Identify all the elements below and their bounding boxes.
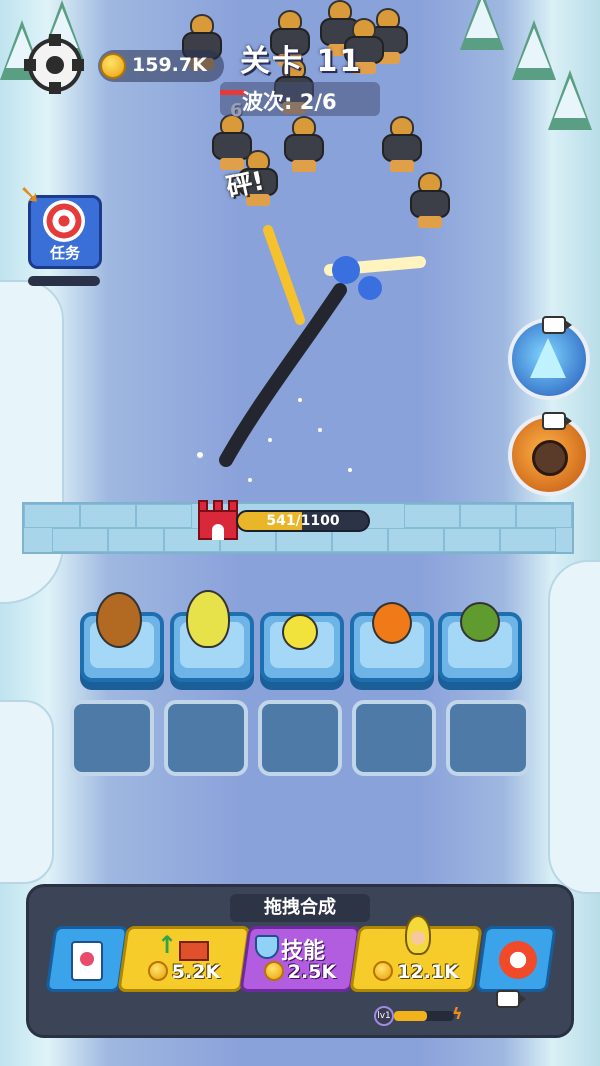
drag-merge-title: 拖拽合成: [230, 894, 370, 922]
settings-gear-icon[interactable]: [24, 34, 84, 94]
avocado-hero[interactable]: [460, 602, 500, 642]
upgrade-wall-button[interactable]: ↑ 5.2K: [117, 926, 251, 992]
level-title: 关卡 11: [240, 44, 363, 79]
shield-icon: [255, 935, 279, 959]
meteor-ability-button[interactable]: [508, 412, 590, 496]
task-progress-bar: [28, 276, 100, 286]
coin-icon: [373, 960, 394, 981]
crystal-ability-button[interactable]: [508, 316, 590, 400]
empty-slot[interactable]: [164, 700, 248, 776]
video-icon: [542, 412, 572, 430]
card-icon: [71, 941, 103, 981]
video-icon: [496, 990, 526, 1008]
lightning-icon: ϟ: [452, 1004, 463, 1023]
hero-level-badge: lv1: [374, 1006, 394, 1026]
wall-hp-bar: 541/1100: [236, 510, 370, 532]
lower-left-snowbank: [0, 700, 54, 884]
coin-value: 159.7K: [132, 54, 207, 76]
buy-hero-button[interactable]: 12.1K: [349, 915, 483, 992]
lemon-hero[interactable]: [282, 614, 318, 650]
crystal-icon: [530, 338, 566, 378]
pear-hero[interactable]: [186, 590, 230, 648]
task-label: 任务: [49, 244, 80, 262]
buy-hero-price: 12.1K: [357, 960, 475, 983]
coin-icon: [263, 960, 284, 981]
right-snowbank: [548, 560, 600, 894]
hero-level-progress: [394, 1011, 454, 1021]
game-stage: 砰! 6 159.7K 关卡 11 波次: 2/6 ➘ 任务: [0, 0, 600, 1066]
video-icon: [542, 316, 572, 334]
wave-indicator: 波次: 2/6: [220, 82, 380, 116]
coconut-hero[interactable]: [96, 592, 142, 648]
banana-hero-icon: [405, 915, 431, 955]
persimmon-hero[interactable]: [372, 602, 412, 644]
empty-slot[interactable]: [446, 700, 530, 776]
fire-punch-button[interactable]: [475, 926, 557, 992]
skill-price: 2.5K: [247, 960, 353, 983]
fist-fire-icon: [499, 941, 537, 979]
castle-icon: [198, 500, 238, 540]
arrow-icon: ➘: [19, 180, 41, 210]
coin-counter: 159.7K: [98, 50, 224, 82]
empty-slot[interactable]: [70, 700, 154, 776]
skill-button[interactable]: 技能 2.5K: [239, 926, 361, 992]
hero-level-bar: lv1 ϟ: [374, 1004, 463, 1026]
coin-icon: [147, 960, 168, 981]
target-icon: [43, 200, 85, 242]
coin-icon: [100, 53, 126, 79]
empty-slot[interactable]: [258, 700, 342, 776]
upgrade-wall-price: 5.2K: [125, 960, 243, 983]
task-button[interactable]: ➘ 任务: [19, 180, 102, 269]
cards-button[interactable]: [45, 926, 129, 992]
wave-text: 波次: 2/6: [242, 90, 337, 114]
castle-upgrade-icon: ↑: [157, 931, 213, 961]
meteor-icon: [532, 440, 568, 476]
wall-hp-text: 541/1100: [266, 513, 340, 529]
empty-slot[interactable]: [352, 700, 436, 776]
